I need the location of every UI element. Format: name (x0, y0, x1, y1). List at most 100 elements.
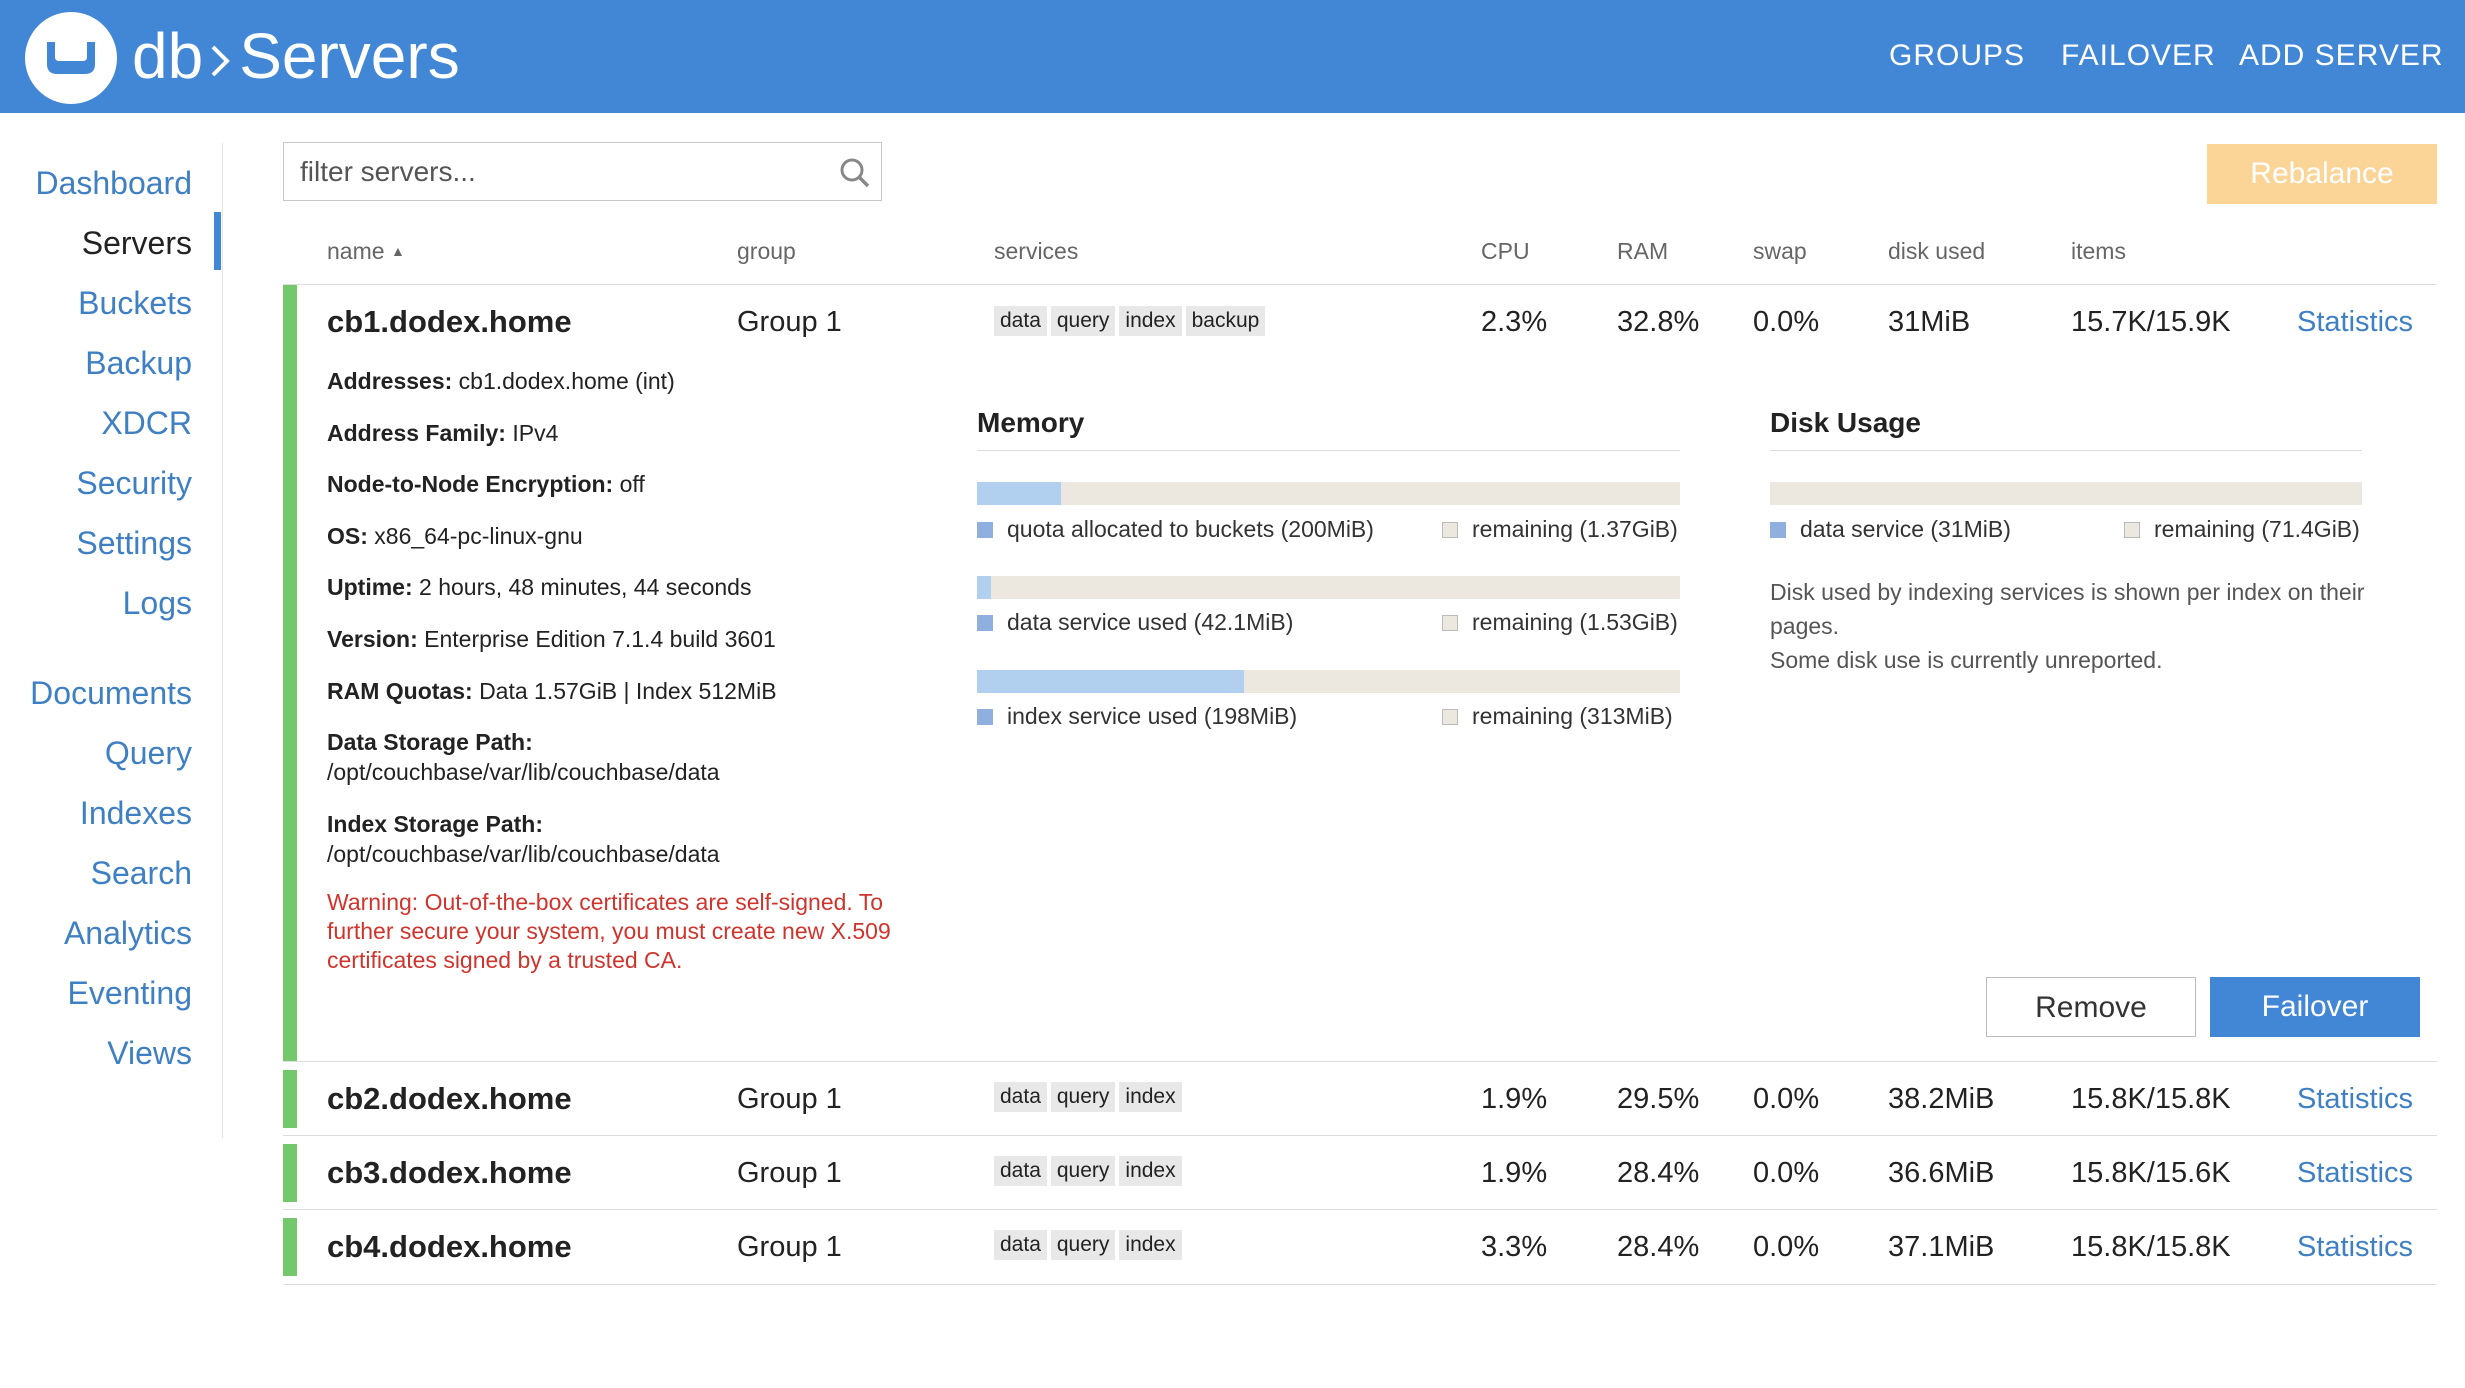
sidebar-item-servers[interactable]: Servers (12, 221, 222, 265)
sidebar-item-security[interactable]: Security (12, 461, 222, 505)
statistics-link[interactable]: Statistics (2297, 302, 2413, 342)
column-header-swap[interactable]: swap (1753, 236, 1807, 266)
legend-swatch (2124, 522, 2140, 538)
service-tag: index (1119, 1230, 1182, 1260)
sidebar-item-buckets[interactable]: Buckets (12, 281, 222, 325)
service-tag: data (994, 1082, 1047, 1112)
ram-value: 32.8% (1617, 306, 1700, 338)
disk-usage-bar (1770, 482, 2362, 505)
rebalance-button[interactable]: Rebalance (2207, 144, 2437, 204)
row-divider (283, 1061, 2437, 1062)
legend-swatch (977, 522, 993, 538)
legend-used: quota allocated to buckets (200MiB) (977, 514, 1374, 544)
sidebar-item-settings[interactable]: Settings (12, 521, 222, 565)
breadcrumb-cluster[interactable]: db (132, 20, 203, 92)
service-tag: query (1050, 1082, 1116, 1112)
server-name[interactable]: cb2.dodex.home (327, 1079, 572, 1119)
remove-button[interactable]: Remove (1986, 977, 2196, 1037)
legend-used: index service used (198MiB) (977, 701, 1297, 731)
column-header-cpu[interactable]: CPU (1481, 236, 1530, 266)
page-title: Servers (239, 20, 460, 92)
detail-address-family: Address Family: IPv4 (327, 420, 559, 446)
sidebar-item-search[interactable]: Search (12, 851, 222, 895)
search-icon[interactable] (839, 157, 871, 194)
sidebar-item-dashboard[interactable]: Dashboard (12, 161, 222, 205)
legend-remaining: remaining (313MiB) (1442, 701, 1673, 731)
disk-used-value: 37.1MiB (1888, 1231, 1995, 1263)
legend-swatch (1770, 522, 1786, 538)
swap-value: 0.0% (1753, 1083, 1820, 1115)
sidebar-item-eventing[interactable]: Eventing (12, 971, 222, 1015)
column-header-ram[interactable]: RAM (1617, 236, 1668, 266)
service-tag: backup (1185, 306, 1266, 336)
sort-ascending-icon: ▲ (390, 243, 405, 259)
failover-button[interactable]: Failover (2210, 977, 2420, 1037)
disk-used-value: 31MiB (1888, 306, 1971, 338)
statistics-link[interactable]: Statistics (2297, 1153, 2413, 1193)
sidebar-item-logs[interactable]: Logs (12, 581, 222, 625)
server-name[interactable]: cb3.dodex.home (327, 1153, 572, 1193)
statistics-link[interactable]: Statistics (2297, 1079, 2413, 1119)
column-header-services[interactable]: services (994, 236, 1078, 266)
legend-swatch (977, 709, 993, 725)
column-header-group[interactable]: group (737, 236, 796, 266)
sidebar-item-documents[interactable]: Documents (12, 671, 222, 715)
memory-divider (977, 450, 1680, 451)
active-nav-indicator (214, 212, 221, 270)
service-tag: query (1050, 1230, 1116, 1260)
detail-uptime: Uptime: 2 hours, 48 minutes, 44 seconds (327, 574, 752, 600)
row-divider (283, 1209, 2437, 1210)
breadcrumb: db Servers (132, 14, 460, 98)
sidebar-item-views[interactable]: Views (12, 1031, 222, 1075)
bar-fill (977, 576, 992, 599)
service-tag: index (1119, 306, 1182, 336)
detail-index-storage-path: Index Storage Path:/opt/couchbase/var/li… (327, 811, 720, 867)
detail-ram-quotas: RAM Quotas: Data 1.57GiB | Index 512MiB (327, 678, 777, 704)
statistics-link[interactable]: Statistics (2297, 1227, 2413, 1267)
legend-remaining: remaining (1.53GiB) (1442, 607, 1678, 637)
items-value: 15.8K/15.8K (2071, 1231, 2231, 1263)
sidebar-item-analytics[interactable]: Analytics (12, 911, 222, 955)
certificate-warning: Warning: Out-of-the-box certificates are… (327, 889, 891, 973)
service-tag: data (994, 1156, 1047, 1186)
items-value: 15.8K/15.6K (2071, 1157, 2231, 1189)
server-group: Group 1 (737, 306, 842, 338)
server-group: Group 1 (737, 1231, 842, 1263)
server-group: Group 1 (737, 1083, 842, 1115)
couchbase-logo[interactable] (25, 12, 117, 104)
node-status-indicator (283, 285, 297, 1061)
service-tag: data (994, 1230, 1047, 1260)
groups-link[interactable]: GROUPS (1889, 36, 2025, 76)
sidebar-item-indexes[interactable]: Indexes (12, 791, 222, 835)
server-name[interactable]: cb1.dodex.home (327, 302, 572, 342)
column-header-name[interactable]: name ▲ (327, 236, 405, 266)
add-server-link[interactable]: ADD SERVER (2239, 36, 2444, 76)
disk-used-value: 38.2MiB (1888, 1083, 1995, 1115)
sidebar-item-backup[interactable]: Backup (12, 341, 222, 385)
bucket-quota-bar (977, 482, 1680, 505)
filter-servers-input[interactable] (298, 151, 802, 193)
disk-usage-title: Disk Usage (1770, 407, 1921, 438)
legend-swatch (1442, 522, 1458, 538)
swap-value: 0.0% (1753, 1231, 1820, 1263)
failover-link[interactable]: FAILOVER (2061, 36, 2216, 76)
header-divider (283, 284, 2437, 285)
legend-used: data service (31MiB) (1770, 514, 2011, 544)
items-value: 15.7K/15.9K (2071, 306, 2231, 338)
disk-note: Disk used by indexing services is shown … (1770, 579, 2365, 673)
node-status-indicator (283, 1070, 297, 1128)
column-header-items[interactable]: items (2071, 236, 2126, 266)
sidebar-item-xdcr[interactable]: XDCR (12, 401, 222, 445)
server-group: Group 1 (737, 1157, 842, 1189)
cpu-value: 1.9% (1481, 1157, 1548, 1189)
legend-swatch (1442, 709, 1458, 725)
column-header-disk-used[interactable]: disk used (1888, 236, 1985, 266)
sidebar-item-query[interactable]: Query (12, 731, 222, 775)
cpu-value: 1.9% (1481, 1083, 1548, 1115)
server-name[interactable]: cb4.dodex.home (327, 1227, 572, 1267)
service-tag: query (1050, 306, 1116, 336)
legend-remaining: remaining (1.37GiB) (1442, 514, 1678, 544)
row-divider (283, 1284, 2437, 1285)
services-list: data query index (994, 1156, 1182, 1186)
swap-value: 0.0% (1753, 1157, 1820, 1189)
